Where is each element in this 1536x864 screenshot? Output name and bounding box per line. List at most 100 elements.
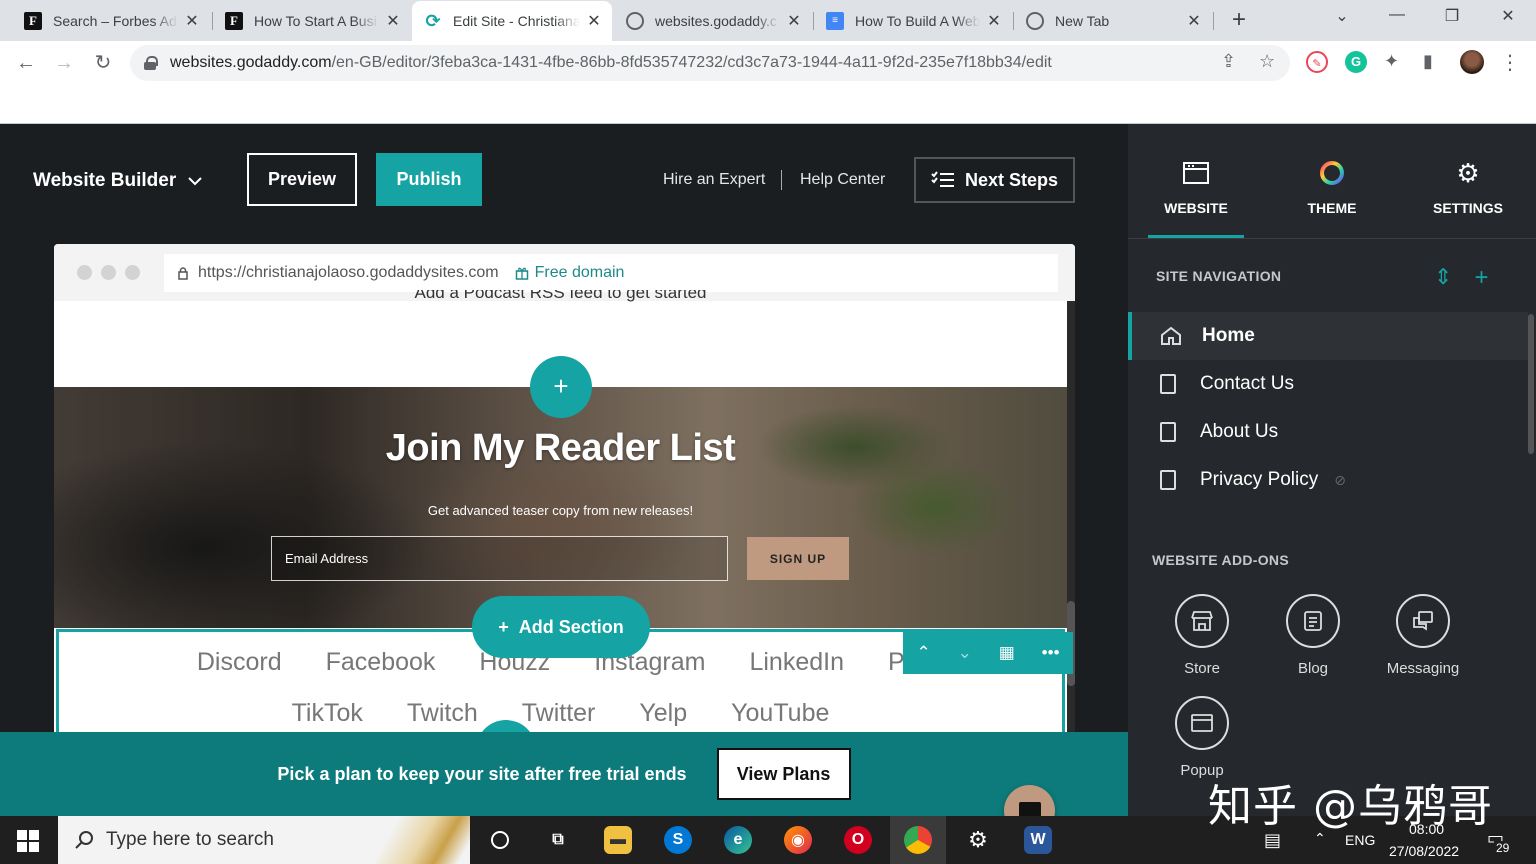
tab-settings[interactable]: ⚙ SETTINGS	[1413, 158, 1523, 217]
forward-arrow-icon[interactable]: →	[50, 49, 78, 77]
bookmark-star-icon[interactable]: ☆	[1259, 51, 1275, 72]
reader-list-section[interactable]: Join My Reader List Get advanced teaser …	[54, 387, 1067, 628]
addon-blog[interactable]: Blog	[1258, 594, 1368, 677]
word-icon[interactable]: W	[1024, 826, 1052, 854]
language-indicator[interactable]: ENG	[1345, 832, 1375, 848]
move-down-icon[interactable]: ⌄	[958, 643, 972, 663]
file-explorer-icon[interactable]: ▬	[604, 826, 632, 854]
search-icon	[75, 831, 93, 849]
tab-theme[interactable]: THEME	[1277, 158, 1387, 216]
addon-popup[interactable]: Popup	[1147, 696, 1257, 779]
settings-gear-icon[interactable]: ⚙	[964, 826, 992, 854]
page-icon	[1160, 422, 1176, 442]
edge-icon[interactable]: e	[724, 826, 752, 854]
new-tab-button[interactable]: +	[1226, 8, 1252, 34]
clock-date[interactable]: 27/08/2022	[1389, 843, 1459, 859]
sign-up-button[interactable]: SIGN UP	[747, 537, 849, 580]
browser-tab[interactable]: New Tab ✕	[1014, 0, 1212, 41]
taskbar-search[interactable]: Type here to search	[58, 816, 470, 864]
popup-icon	[1191, 714, 1213, 732]
add-section-button[interactable]: + Add Section	[472, 596, 650, 658]
page-icon	[1160, 470, 1176, 490]
address-bar[interactable]: websites.godaddy.com/en-GB/editor/3feba3…	[130, 45, 1290, 81]
window-dot	[125, 265, 140, 280]
close-tab-icon[interactable]: ✕	[786, 11, 802, 31]
restore-icon[interactable]: ❐	[1432, 6, 1472, 32]
globe-favicon-icon	[626, 11, 644, 30]
windows-start-icon[interactable]	[17, 830, 39, 852]
share-icon[interactable]: ⇪	[1221, 51, 1236, 72]
back-arrow-icon[interactable]: ←	[12, 49, 40, 77]
reorder-icon[interactable]: ⇕	[1434, 264, 1452, 292]
nav-page-label: Home	[1202, 325, 1255, 346]
preview-button[interactable]: Preview	[247, 153, 357, 206]
close-tab-icon[interactable]: ✕	[1186, 11, 1202, 31]
social-link[interactable]: TikTok	[292, 699, 363, 728]
close-tab-icon[interactable]: ✕	[385, 11, 401, 31]
website-builder-menu[interactable]: Website Builder	[33, 170, 202, 192]
free-domain-link[interactable]: Free domain	[515, 264, 624, 282]
social-link[interactable]: Discord	[197, 648, 282, 677]
tab-title: Edit Site - Christiana	[453, 13, 580, 29]
nav-page-about[interactable]: About Us	[1128, 408, 1528, 456]
more-options-icon[interactable]: •••	[1042, 643, 1060, 663]
tab-website-label: WEBSITE	[1164, 200, 1228, 216]
browser-tab[interactable]: websites.godaddy.c ✕	[614, 0, 812, 41]
lock-icon	[144, 56, 158, 70]
close-tab-icon[interactable]: ✕	[586, 11, 602, 31]
social-link[interactable]: Twitch	[407, 699, 478, 728]
task-view-icon[interactable]: ⧉	[544, 826, 572, 854]
browser-menu-icon[interactable]: ⋮	[1500, 50, 1520, 75]
nav-page-home[interactable]: Home	[1128, 312, 1528, 360]
social-link[interactable]: YouTube	[731, 699, 829, 728]
social-link[interactable]: Yelp	[639, 699, 687, 728]
close-tab-icon[interactable]: ✕	[184, 11, 200, 31]
tab-website[interactable]: WEBSITE	[1141, 158, 1251, 216]
email-field[interactable]	[271, 536, 728, 581]
profile-avatar[interactable]	[1460, 50, 1484, 74]
close-window-icon[interactable]: ✕	[1488, 6, 1528, 32]
section-toolbar: ⌃ ⌄ ▦ •••	[903, 632, 1073, 674]
social-link[interactable]: Facebook	[326, 648, 436, 677]
browser-tab-active[interactable]: ⟳ Edit Site - Christiana ✕	[412, 1, 612, 41]
reload-icon[interactable]: ↻	[89, 49, 117, 77]
chrome-icon[interactable]	[904, 826, 932, 854]
nav-actions: ⇕ +	[1434, 264, 1488, 292]
browser-tab[interactable]: F How To Start A Busi ✕	[213, 0, 411, 41]
side-panel-icon[interactable]: ▮	[1423, 51, 1433, 72]
view-plans-button[interactable]: View Plans	[716, 748, 851, 800]
browser-tab[interactable]: ≡ How To Build A Web ✕	[814, 0, 1012, 41]
puzzle-extensions-icon[interactable]: ✦	[1384, 51, 1399, 72]
hire-expert-link[interactable]: Hire an Expert	[663, 171, 765, 189]
website-addons-heading: WEBSITE ADD-ONS	[1152, 552, 1289, 568]
add-section-plus-icon[interactable]: +	[530, 356, 592, 418]
grammarly-icon[interactable]: G	[1345, 51, 1367, 73]
publish-button[interactable]: Publish	[376, 153, 482, 206]
addon-messaging[interactable]: Messaging	[1368, 594, 1478, 677]
close-tab-icon[interactable]: ✕	[986, 11, 1002, 31]
help-center-link[interactable]: Help Center	[800, 171, 885, 189]
move-up-icon[interactable]: ⌃	[916, 643, 930, 663]
nav-page-contact[interactable]: Contact Us	[1128, 360, 1528, 408]
layout-icon[interactable]: ▦	[999, 643, 1015, 663]
globe-favicon-icon	[1026, 11, 1044, 30]
minimize-icon[interactable]: —	[1377, 6, 1417, 32]
panel-scrollbar[interactable]	[1528, 314, 1534, 454]
tab-separator	[1213, 12, 1214, 30]
firefox-icon[interactable]: ◉	[784, 826, 812, 854]
skype-icon[interactable]: S	[664, 826, 692, 854]
browser-tab[interactable]: F Search – Forbes Ad ✕	[12, 0, 210, 41]
social-link[interactable]: LinkedIn	[749, 648, 844, 677]
podcast-text: Add a Podcast RSS feed to get started	[414, 290, 707, 302]
cortana-icon[interactable]	[486, 826, 514, 854]
add-page-icon[interactable]: +	[1474, 264, 1488, 292]
nav-page-privacy[interactable]: Privacy Policy ⊘	[1128, 456, 1528, 504]
addon-store[interactable]: Store	[1147, 594, 1257, 677]
opera-icon[interactable]: O	[844, 826, 872, 854]
next-steps-button[interactable]: Next Steps	[914, 157, 1075, 203]
site-url: https://christianajolaoso.godaddysites.c…	[198, 264, 499, 281]
preview-url-bar: https://christianajolaoso.godaddysites.c…	[164, 254, 1058, 292]
tab-search-chevron-icon[interactable]: ⌄	[1322, 6, 1362, 32]
extension-icon[interactable]: ✎	[1306, 51, 1328, 73]
social-link[interactable]: Twitter	[522, 699, 596, 728]
